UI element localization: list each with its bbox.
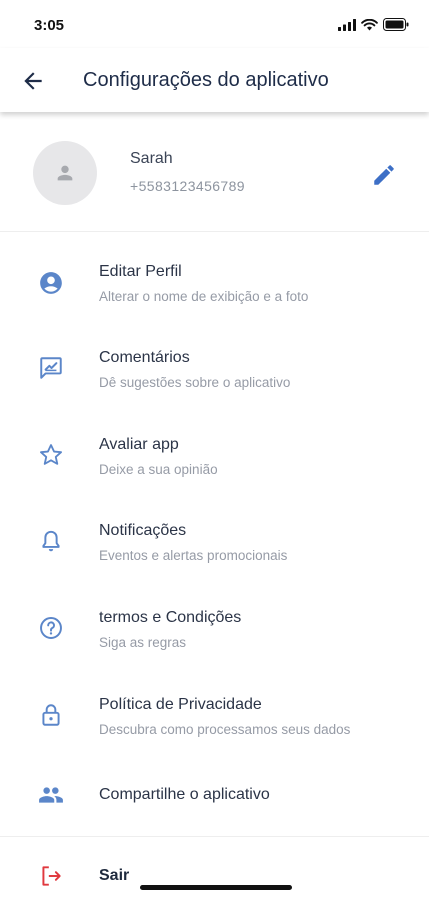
profile-header: Sarah +5583123456789 — [0, 112, 429, 232]
star-icon — [40, 444, 62, 465]
avatar[interactable] — [33, 141, 97, 205]
wifi-icon — [361, 18, 378, 30]
profile-phone: +5583123456789 — [130, 178, 245, 194]
menu-item-title: Avaliar app — [99, 436, 179, 453]
arrow-back-icon — [24, 72, 42, 90]
menu-item-subtitle: Siga as regras — [99, 635, 187, 650]
logout-label: Sair — [99, 867, 130, 884]
help-circle-icon — [40, 617, 62, 639]
divider — [0, 836, 429, 837]
menu-item-title: Notificações — [99, 522, 187, 539]
menu-item-subtitle: Eventos e alertas promocionais — [99, 548, 288, 563]
menu-item-title: Política de Privacidade — [99, 696, 262, 713]
home-indicator — [140, 885, 292, 890]
menu-item-title: Editar Perfil — [99, 263, 182, 280]
menu-item-subtitle: Deixe a sua opinião — [99, 462, 218, 477]
status-bar: 3:05 — [0, 0, 429, 48]
lock-icon — [42, 704, 60, 726]
bell-icon — [42, 530, 60, 552]
menu-item-subtitle: Descubra como processamos seus dados — [99, 722, 351, 737]
menu-item-subtitle: Alterar o nome de exibição e a foto — [99, 289, 309, 304]
pencil-icon — [374, 165, 394, 185]
signal-icon — [338, 18, 356, 31]
status-time: 3:05 — [34, 17, 65, 34]
back-button[interactable] — [20, 68, 46, 94]
menu-item-title: Comentários — [99, 349, 190, 366]
menu-item-terms[interactable]: termos e Condições Siga as regras — [0, 601, 429, 679]
feedback-icon — [40, 357, 62, 379]
person-icon — [57, 165, 73, 181]
menu-item-feedback[interactable]: Comentários Dê sugestões sobre o aplicat… — [0, 341, 429, 419]
logout-icon — [42, 866, 61, 886]
edit-profile-button[interactable] — [371, 162, 397, 188]
profile-name: Sarah — [130, 150, 173, 167]
battery-icon — [383, 18, 409, 31]
logout-button[interactable]: Sair — [0, 846, 429, 900]
app-bar: Configurações do aplicativo — [0, 48, 429, 112]
menu-item-notifications[interactable]: Notificações Eventos e alertas promocion… — [0, 514, 429, 592]
menu-item-edit-profile[interactable]: Editar Perfil Alterar o nome de exibição… — [0, 255, 429, 333]
menu-item-subtitle: Dê sugestões sobre o aplicativo — [99, 375, 291, 390]
menu-item-privacy[interactable]: Política de Privacidade Descubra como pr… — [0, 688, 429, 766]
menu-item-title: Compartilhe o aplicativo — [99, 786, 270, 803]
people-icon — [39, 787, 63, 803]
menu-item-share[interactable]: Compartilhe o aplicativo — [0, 772, 429, 850]
status-icons — [338, 18, 409, 31]
menu-item-title: termos e Condições — [99, 609, 242, 626]
page-title: Configurações do aplicativo — [83, 69, 329, 91]
menu-item-rate-app[interactable]: Avaliar app Deixe a sua opinião — [0, 428, 429, 506]
account-circle-icon — [40, 272, 62, 294]
